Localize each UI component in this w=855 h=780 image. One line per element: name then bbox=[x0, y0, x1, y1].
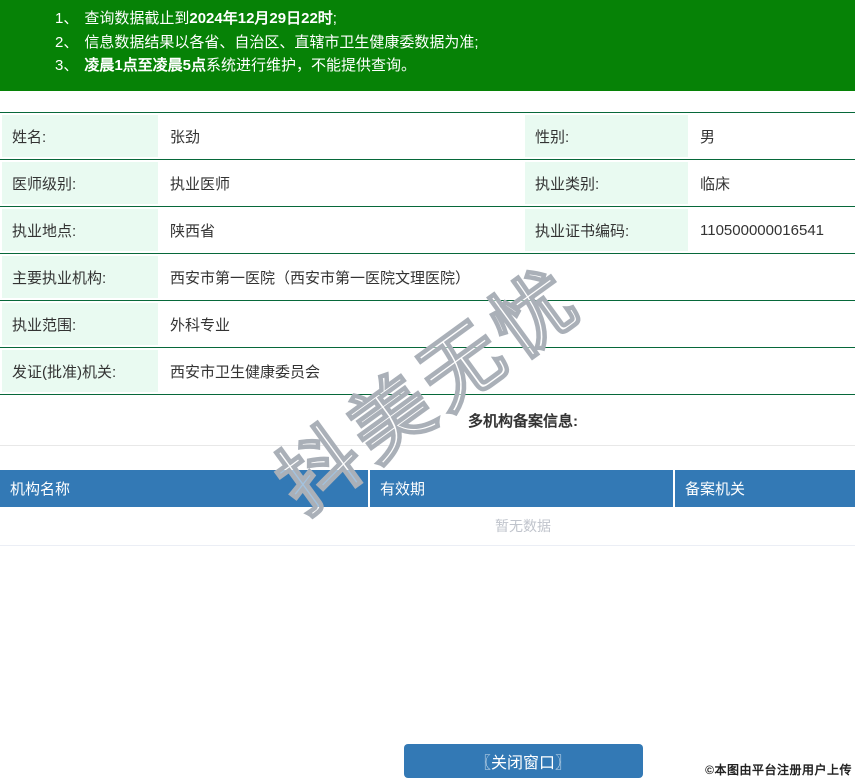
table-row: 主要执业机构: 西安市第一医院（西安市第一医院文理医院） bbox=[0, 254, 855, 301]
table-row: 医师级别: 执业医师 执业类别: 临床 bbox=[0, 160, 855, 207]
field-label-gender: 性别: bbox=[523, 113, 690, 159]
doctor-info-table: 姓名: 张劲 性别: 男 医师级别: 执业医师 执业类别: 临床 执业地点: 陕… bbox=[0, 112, 855, 395]
notice-line-number: 3、 bbox=[55, 57, 79, 74]
table-row: 执业范围: 外科专业 bbox=[0, 301, 855, 348]
field-value-practice-location: 陕西省 bbox=[160, 207, 523, 253]
field-value-practice-scope: 外科专业 bbox=[160, 301, 855, 347]
page: 1、 查询数据截止到2024年12月29日22时; 2、 信息数据结果以各省、自治区… bbox=[0, 0, 855, 778]
field-value-name: 张劲 bbox=[160, 113, 523, 159]
field-value-doctor-level: 执业医师 bbox=[160, 160, 523, 206]
upload-credit-text: ©本图由平台注册用户上传 bbox=[705, 763, 852, 777]
field-label-name: 姓名: bbox=[0, 113, 160, 159]
field-label-certificate-number: 执业证书编码: bbox=[523, 207, 690, 253]
multi-org-table: 机构名称 有效期 备案机关 暂无数据 bbox=[0, 470, 855, 546]
notice-line-number: 2、 bbox=[55, 33, 79, 51]
field-value-main-organization: 西安市第一医院（西安市第一医院文理医院） bbox=[160, 254, 855, 300]
field-label-main-organization: 主要执业机构: bbox=[0, 254, 160, 300]
multi-org-table-header: 机构名称 有效期 备案机关 bbox=[0, 470, 855, 507]
column-header-validity-period: 有效期 bbox=[370, 470, 675, 507]
column-header-filing-authority: 备案机关 bbox=[685, 481, 746, 498]
notice-line-number: 1、 bbox=[55, 10, 79, 27]
field-value-gender: 男 bbox=[690, 113, 855, 159]
table-row: 姓名: 张劲 性别: 男 bbox=[0, 113, 855, 160]
close-window-button[interactable]: 〖关闭窗口〗 bbox=[403, 744, 643, 778]
field-label-doctor-level: 医师级别: bbox=[0, 160, 160, 206]
field-label-issuing-authority: 发证(批准)机关: bbox=[0, 348, 160, 394]
field-value-certificate-number: 110500000016541 bbox=[690, 207, 855, 253]
field-label-practice-scope: 执业范围: bbox=[0, 301, 160, 347]
table-row: 发证(批准)机关: 西安市卫生健康委员会 bbox=[0, 348, 855, 395]
multi-org-section-title: 多机构备案信息: bbox=[0, 395, 855, 446]
notice-line-1: 1、 查询数据截止到2024年12月29日22时; bbox=[55, 10, 337, 27]
empty-data-placeholder: 暂无数据 bbox=[0, 507, 855, 546]
field-label-practice-category: 执业类别: bbox=[523, 160, 690, 206]
field-value-issuing-authority: 西安市卫生健康委员会 bbox=[160, 348, 855, 394]
table-row: 执业地点: 陕西省 执业证书编码: 110500000016541 bbox=[0, 207, 855, 254]
column-header-organization-name: 机构名称 bbox=[0, 470, 370, 507]
field-value-practice-category: 临床 bbox=[690, 160, 855, 206]
notice-line-2: 2、 信息数据结果以各省、自治区、直辖市卫生健康委数据为准; bbox=[55, 33, 479, 51]
notice-banner: 1、 查询数据截止到2024年12月29日22时; 2、 信息数据结果以各省、自治区… bbox=[0, 0, 855, 91]
field-label-practice-location: 执业地点: bbox=[0, 207, 160, 253]
notice-line-3: 3、 凌晨1点至凌晨5点系统进行维护，不能提供查询。 bbox=[55, 57, 417, 74]
